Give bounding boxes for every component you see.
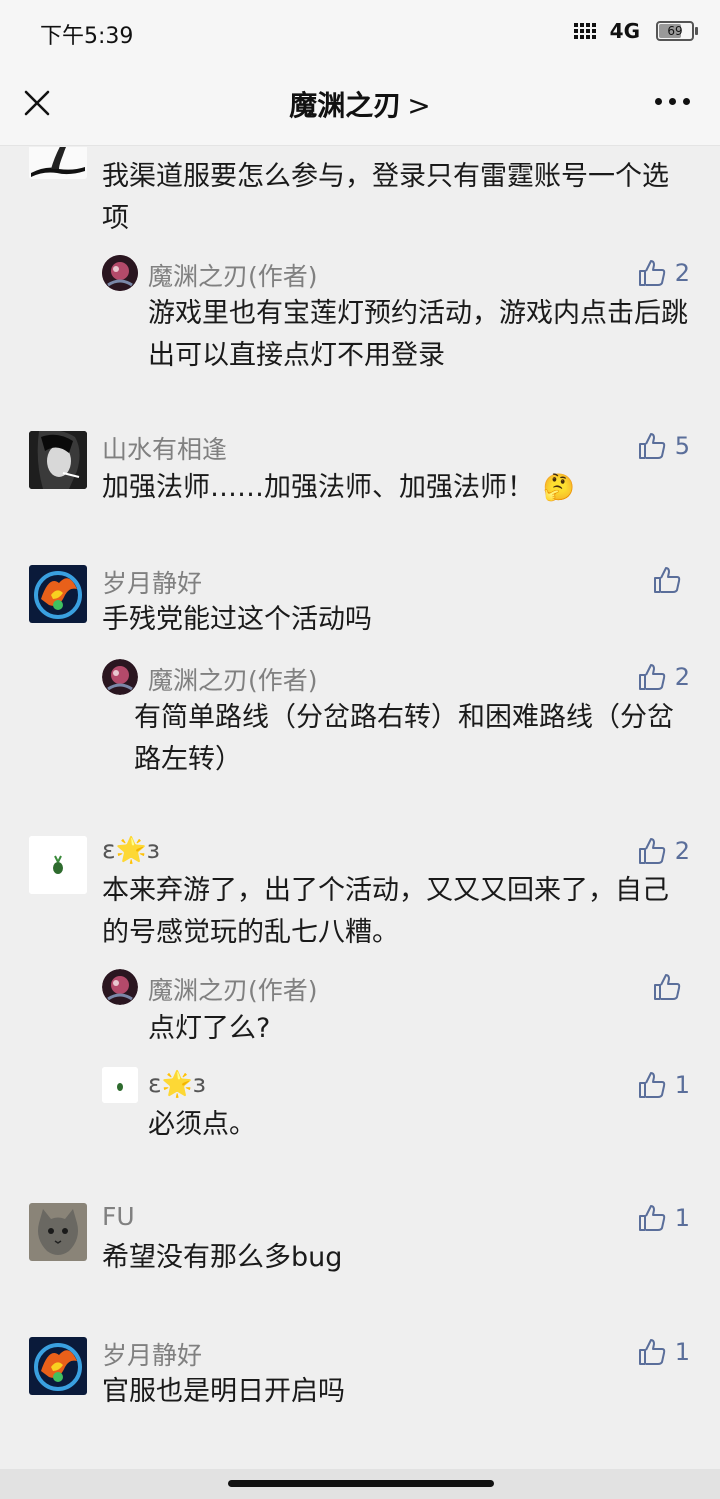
battery-level: 69 [667, 24, 683, 38]
thumbs-up-icon [638, 838, 665, 864]
thumbs-up-icon [638, 1205, 665, 1231]
like-button[interactable] [652, 971, 690, 1003]
nav-bar: 魔渊之刃 > [0, 62, 720, 146]
thumbs-up-icon [654, 974, 681, 1000]
like-button[interactable]: 1 [637, 1336, 690, 1368]
phoenix-avatar [29, 565, 87, 623]
battery-icon: 69 [656, 21, 698, 41]
plant-avatar [29, 836, 87, 894]
nav-title[interactable]: 魔渊之刃 > [0, 84, 720, 124]
like-count: 2 [674, 663, 690, 691]
like-button[interactable]: 2 [637, 835, 690, 867]
like-count: 2 [674, 837, 690, 865]
ink-silhouette-avatar [29, 147, 87, 179]
reply-author-name[interactable]: ε🌟з [148, 1069, 206, 1099]
comments-list: 我渠道服要怎么参与，登录只有雷霆账号一个选项 魔渊之刃(作者) 2 游戏里也有宝… [0, 147, 720, 1469]
comment-text: 希望没有那么多bug [102, 1242, 343, 1273]
author-avatar [102, 659, 138, 695]
comment-text-content: 加强法师……加强法师、加强法师！ [102, 472, 534, 503]
comment-author-name[interactable]: ε🌟з [102, 835, 160, 865]
comment-author-name[interactable]: FU [102, 1202, 135, 1231]
like-count: 1 [674, 1204, 690, 1232]
thumbs-up-icon [638, 260, 665, 286]
author-avatar [102, 255, 138, 291]
phoenix-avatar [29, 1337, 87, 1395]
author-avatar [102, 969, 138, 1005]
thumbs-up-icon [638, 1072, 665, 1098]
like-button[interactable]: 5 [637, 430, 690, 462]
thumbs-up-icon [654, 567, 681, 593]
like-count: 2 [674, 259, 690, 287]
comment-text: 官服也是明日开启吗 [102, 1376, 345, 1407]
thumbs-up-icon [638, 664, 665, 690]
network-type: 4G [609, 19, 640, 43]
reply-author-name[interactable]: 魔渊之刃(作者) [148, 257, 318, 293]
like-button[interactable]: 2 [637, 661, 690, 693]
like-count: 1 [674, 1071, 690, 1099]
nav-title-text: 魔渊之刃 [289, 89, 402, 122]
comment-text: 我渠道服要怎么参与，登录只有雷霆账号一个选项 [102, 161, 669, 234]
like-button[interactable]: 2 [637, 257, 690, 289]
chevron-right-icon: > [407, 89, 431, 122]
reply-text: 有简单路线（分岔路右转）和困难路线（分岔路左转） [134, 702, 674, 775]
home-indicator[interactable] [228, 1480, 494, 1487]
comment-text: 加强法师……加强法师、加强法师！ 🤔 [102, 467, 692, 509]
thumbs-up-icon [638, 433, 665, 459]
comment-author-name[interactable]: 山水有相逢 [102, 430, 227, 466]
comment-author-name[interactable]: 岁月静好 [102, 564, 202, 600]
like-button[interactable]: 1 [637, 1069, 690, 1101]
thinking-emoji-icon: 🤔 [542, 473, 575, 503]
comment-text: 手残党能过这个活动吗 [102, 604, 372, 635]
plant-avatar [102, 1067, 138, 1103]
reply-text: 必须点。 [148, 1109, 256, 1140]
like-count: 5 [674, 432, 690, 460]
comment-author-name[interactable]: 岁月静好 [102, 1336, 202, 1372]
reply-text: 游戏里也有宝莲灯预约活动，游戏内点击后跳出可以直接点灯不用登录 [148, 298, 688, 371]
signal-icon [573, 23, 596, 39]
more-options-icon[interactable] [655, 98, 690, 105]
smoking-man-avatar [29, 431, 87, 489]
like-count: 1 [674, 1338, 690, 1366]
comment-text: 本来弃游了，出了个活动，又又又回来了，自己的号感觉玩的乱七八糟。 [102, 875, 669, 948]
status-indicators: 4G 69 [573, 19, 698, 43]
reply-author-name[interactable]: 魔渊之刃(作者) [148, 971, 318, 1007]
reply-author-name[interactable]: 魔渊之刃(作者) [148, 661, 318, 697]
cat-avatar [29, 1203, 87, 1261]
thumbs-up-icon [638, 1339, 665, 1365]
status-bar: 下午5:39 4G 69 [0, 0, 720, 62]
status-time: 下午5:39 [40, 24, 134, 49]
like-button[interactable]: 1 [637, 1202, 690, 1234]
like-button[interactable] [652, 564, 690, 596]
reply-text: 点灯了么? [148, 1013, 271, 1044]
